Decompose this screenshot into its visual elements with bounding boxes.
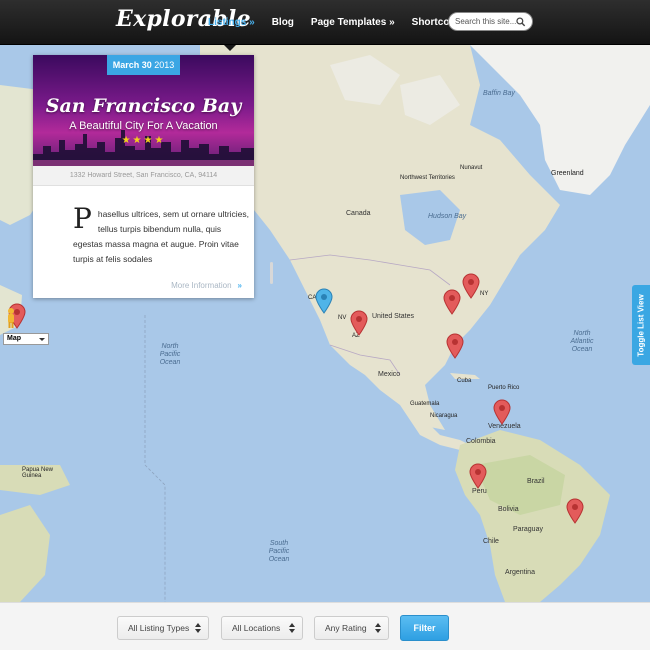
listing-description-text: hasellus ultrices, sem ut ornare ultrici… [73, 209, 250, 264]
map-label-colombia: Colombia [466, 438, 496, 445]
main-nav: Listings » Blog Page Templates » Shortco… [208, 0, 484, 45]
map-label-paraguay: Paraguay [513, 526, 543, 533]
date-badge: March 30 2013 [107, 55, 180, 75]
toggle-list-view-label: Toggle List View [636, 293, 646, 357]
search-input[interactable]: Search this site... [448, 12, 533, 31]
drop-cap: P [73, 202, 92, 235]
map-label-baffin-bay: Baffin Bay [483, 90, 515, 97]
map-label-canada: Canada [346, 210, 371, 217]
location-select[interactable]: All Locations [221, 616, 303, 640]
map-type-label: Map [7, 335, 21, 342]
map-label-mexico: Mexico [378, 371, 401, 378]
city-skyline-image [33, 130, 254, 166]
map-label-nicaragua: Nicaragua [430, 413, 458, 419]
map-label-north-atlantic: North Atlantic Ocean [570, 330, 594, 353]
map-label-chile: Chile [483, 538, 499, 545]
select-arrows-icon [375, 623, 381, 633]
map-label-hudson-bay: Hudson Bay [428, 213, 467, 220]
map-type-select[interactable]: Map [3, 333, 49, 345]
rating-stars-icon: ★★★★ [121, 135, 166, 146]
map-marker-red[interactable] [493, 399, 511, 425]
rating-value: Any Rating [325, 623, 367, 633]
map-label-bolivia: Bolivia [498, 506, 519, 513]
chevron-down-icon [39, 338, 45, 341]
map-label-cuba: Cuba [457, 378, 472, 384]
map-marker-red[interactable] [443, 289, 461, 315]
toggle-list-view-button[interactable]: Toggle List View [632, 285, 650, 365]
listing-subtitle: A Beautiful City For A Vacation [69, 120, 218, 132]
map-marker-red[interactable] [350, 310, 368, 336]
description-scrollbar[interactable] [270, 262, 273, 284]
listing-description: P hasellus ultrices, sem ut ornare ultri… [73, 202, 261, 267]
map-label-northwest-territories: Northwest Territories [400, 175, 455, 181]
more-information-link[interactable]: More Information » [171, 281, 242, 290]
map-label-nv: NV [338, 315, 347, 321]
select-arrows-icon [289, 623, 295, 633]
listing-address: 1332 Howard Street, San Francisco, CA, 9… [33, 166, 254, 186]
listing-image[interactable]: March 30 2013 San Francisco Bay A Beauti… [33, 55, 254, 166]
listing-type-select[interactable]: All Listing Types [117, 616, 209, 640]
map-marker-red[interactable] [446, 333, 464, 359]
more-information-label: More Information [171, 281, 232, 290]
rating-select[interactable]: Any Rating [314, 616, 389, 640]
listing-title[interactable]: San Francisco Bay [33, 95, 254, 117]
map-marker-blue[interactable] [315, 288, 333, 314]
map-label-peru: Peru [472, 488, 487, 495]
search-icon[interactable] [516, 17, 526, 27]
map-label-south-pacific: South Pacific Ocean [268, 540, 290, 563]
map-marker-red[interactable] [566, 498, 584, 524]
search-placeholder: Search this site... [455, 17, 517, 26]
nav-item-listings[interactable]: Listings » [208, 17, 255, 28]
map-label-argentina: Argentina [505, 569, 535, 576]
filter-button[interactable]: Filter [400, 615, 449, 641]
map-label-ny: NY [480, 291, 489, 297]
map-label-puerto-rico: Puerto Rico [488, 385, 520, 391]
listing-popup-card[interactable]: March 30 2013 San Francisco Bay A Beauti… [33, 55, 273, 298]
map-label-greenland: Greenland [551, 170, 584, 177]
map-label-guatemala: Guatemala [410, 401, 440, 407]
date-year: 2013 [154, 60, 175, 70]
map-label-brazil: Brazil [527, 478, 545, 485]
map-label-north-pacific: North Pacific Ocean [159, 343, 181, 366]
filter-bar: All Listing Types All Locations Any Rati… [0, 602, 650, 650]
date-month-day: March 30 [112, 60, 152, 70]
listing-type-value: All Listing Types [128, 623, 190, 633]
location-value: All Locations [232, 623, 281, 633]
map-label-nunavut: Nunavut [460, 165, 483, 171]
select-arrows-icon [195, 623, 201, 633]
map-label-papua: Papua New Guinea [22, 467, 54, 479]
site-header: Explorable Listings » Blog Page Template… [0, 0, 650, 45]
map-label-united-states: United States [372, 313, 415, 320]
map-marker-red[interactable] [469, 463, 487, 489]
nav-item-page-templates[interactable]: Page Templates » [311, 17, 395, 28]
nav-item-blog[interactable]: Blog [272, 17, 294, 28]
nav-active-pointer [224, 45, 236, 51]
street-view-pegman-icon[interactable] [5, 307, 17, 329]
chevron-right-icon: » [237, 281, 242, 290]
map-marker-red[interactable] [462, 273, 480, 299]
